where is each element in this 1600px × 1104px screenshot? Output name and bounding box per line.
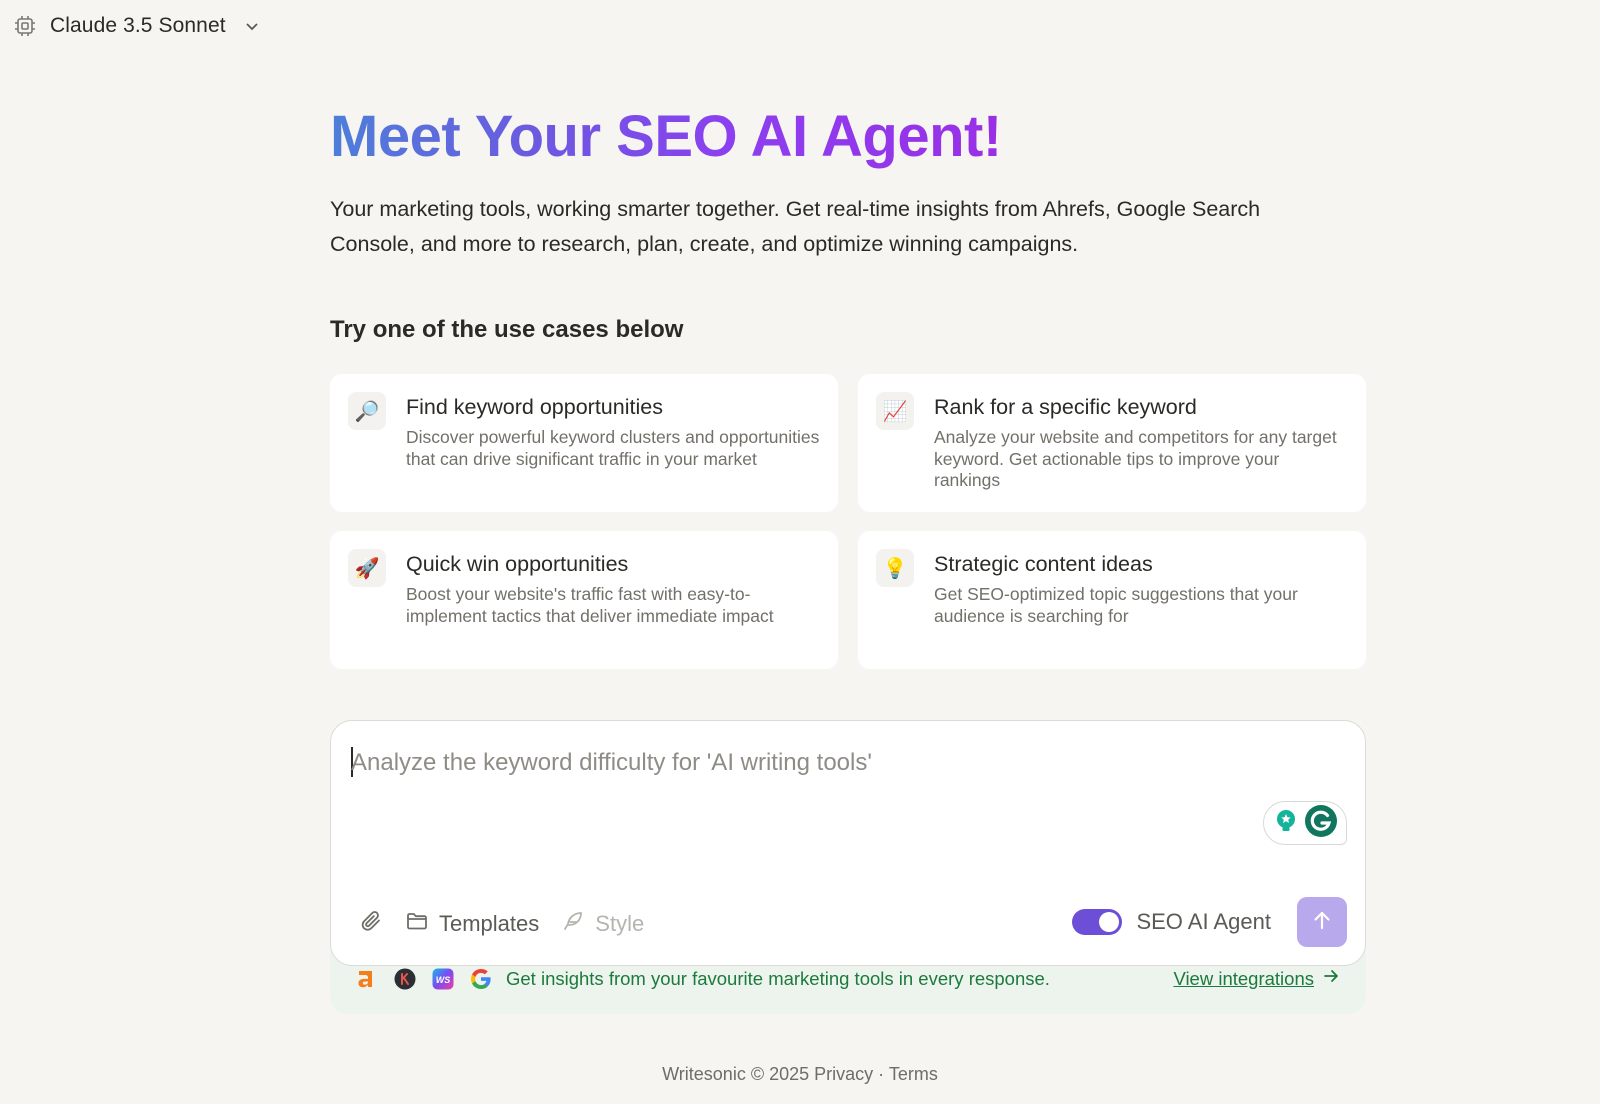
use-cases-heading: Try one of the use cases below: [330, 316, 684, 343]
ws-icon: WS: [432, 968, 454, 990]
folder-icon: [405, 909, 429, 939]
chevron-down-icon: [242, 16, 262, 36]
templates-button[interactable]: Templates: [405, 909, 539, 939]
use-case-title: Quick win opportunities: [406, 552, 629, 576]
integration-icons: WS: [356, 968, 492, 990]
style-button[interactable]: Style: [561, 909, 644, 939]
use-case-title: Strategic content ideas: [934, 552, 1153, 576]
use-case-title: Rank for a specific keyword: [934, 395, 1197, 419]
footer-brand: Writesonic © 2025: [662, 1064, 810, 1084]
svg-text:WS: WS: [436, 975, 451, 985]
footer-separator: ·: [878, 1064, 885, 1084]
grammarly-bulb-icon: [1272, 807, 1300, 840]
rocket-icon: 🚀: [348, 549, 386, 587]
use-case-title: Find keyword opportunities: [406, 395, 663, 419]
arrow-right-icon: [1322, 966, 1340, 992]
prompt-input[interactable]: [351, 743, 1341, 783]
send-button[interactable]: [1297, 897, 1347, 947]
view-integrations-label: View integrations: [1173, 968, 1314, 989]
seo-agent-label: SEO AI Agent: [1136, 909, 1271, 934]
terms-link[interactable]: Terms: [889, 1064, 938, 1084]
use-case-card-rank-keyword[interactable]: 📈 Rank for a specific keyword Analyze yo…: [858, 374, 1366, 512]
prompt-composer: Templates Style SEO AI Agent: [330, 720, 1366, 966]
page-subtitle: Your marketing tools, working smarter to…: [330, 197, 1261, 256]
toggle-knob: [1099, 912, 1120, 932]
model-selector-label: Claude 3.5 Sonnet: [50, 14, 226, 37]
attach-button[interactable]: [359, 909, 383, 939]
google-icon: [470, 968, 492, 990]
use-case-description: Get SEO-optimized topic suggestions that…: [934, 584, 1298, 626]
use-case-grid: 🔎 Find keyword opportunities Discover po…: [330, 374, 1366, 669]
magnifier-icon: 🔎: [348, 392, 386, 430]
chart-up-icon: 📈: [876, 392, 914, 430]
paperclip-icon: [359, 909, 383, 939]
lightbulb-icon: 💡: [876, 549, 914, 587]
templates-label: Templates: [439, 911, 540, 936]
composer-toolbar-right: SEO AI Agent: [1072, 897, 1347, 947]
seo-agent-toggle[interactable]: [1072, 909, 1123, 935]
feather-icon: [561, 909, 585, 939]
grammarly-widget[interactable]: [1263, 801, 1347, 845]
view-integrations-link[interactable]: View integrations: [1173, 966, 1340, 992]
k-icon: [394, 968, 416, 990]
use-case-description: Boost your website's traffic fast with e…: [406, 584, 774, 626]
use-case-card-keyword-opportunities[interactable]: 🔎 Find keyword opportunities Discover po…: [330, 374, 838, 512]
arrow-up-icon: [1310, 908, 1334, 937]
privacy-link[interactable]: Privacy: [814, 1064, 873, 1084]
footer: Writesonic © 2025 Privacy · Terms: [0, 1064, 1600, 1085]
ahrefs-icon: [356, 968, 378, 990]
page-title: Meet Your SEO AI Agent!: [330, 104, 1002, 169]
use-case-description: Discover powerful keyword clusters and o…: [406, 427, 820, 469]
cpu-chip-icon: [12, 13, 38, 39]
style-label: Style: [595, 911, 645, 936]
composer-toolbar-left: Templates Style: [359, 909, 644, 939]
grammarly-g-icon: [1304, 804, 1338, 843]
use-case-card-quick-win[interactable]: 🚀 Quick win opportunities Boost your web…: [330, 531, 838, 669]
use-case-card-content-ideas[interactable]: 💡 Strategic content ideas Get SEO-optimi…: [858, 531, 1366, 669]
use-case-description: Analyze your website and competitors for…: [934, 427, 1337, 490]
integrations-text: Get insights from your favourite marketi…: [506, 968, 1050, 989]
model-selector[interactable]: Claude 3.5 Sonnet: [12, 10, 262, 42]
